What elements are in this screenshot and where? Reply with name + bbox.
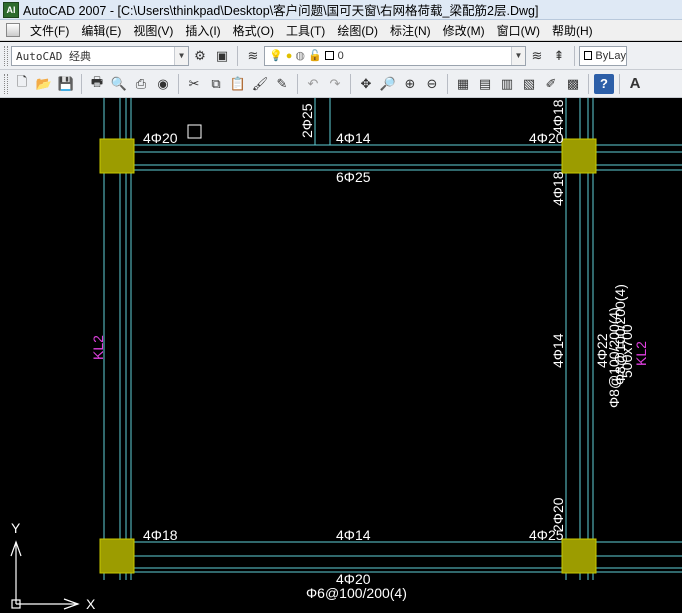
color-swatch — [584, 51, 593, 60]
layer-color-swatch — [324, 51, 334, 60]
match-properties-icon[interactable]: 🖌 — [250, 74, 270, 94]
ucs-y-label: Y — [11, 520, 21, 536]
window-title: AutoCAD 2007 - [C:\Users\thinkpad\Deskto… — [23, 4, 539, 18]
pan-icon[interactable]: ✥ — [356, 74, 376, 94]
toolbar-separator — [297, 73, 298, 94]
tool-palettes-icon[interactable]: ▥ — [497, 74, 517, 94]
label-right-col-top[interactable]: 4Φ18 — [550, 99, 566, 134]
menu-help[interactable]: 帮助(H) — [546, 21, 599, 40]
toolbar-grip[interactable] — [4, 73, 8, 94]
label-bottom-left[interactable]: 4Φ18 — [143, 527, 178, 543]
brush-icon[interactable]: ✎ — [272, 74, 292, 94]
color-control-select[interactable]: ByLay — [579, 45, 627, 66]
standard-toolbar: 🗋 📂 💾 🖶 🔍 ⎙ ◉ ✂ ⧉ 📋 🖌 ✎ ↶ ↷ ✥ 🔎 ⊕ ⊖ ▦ ▤ … — [0, 70, 682, 98]
sheet-set-icon[interactable]: ▧ — [519, 74, 539, 94]
menu-tools[interactable]: 工具(T) — [280, 21, 331, 40]
copy-icon[interactable]: ⧉ — [206, 74, 226, 94]
layer-previous-icon[interactable]: ⇞ — [549, 46, 569, 66]
workspace-value: AutoCAD 经典 — [16, 49, 91, 63]
lightbulb-icon[interactable]: 💡 — [269, 49, 283, 62]
freeze-viewport-icon[interactable]: ◍ — [295, 49, 305, 62]
label-top-mid[interactable]: 4Φ14 — [336, 130, 371, 146]
menu-insert[interactable]: 插入(I) — [179, 21, 226, 40]
ucs-x-label: X — [86, 596, 96, 612]
sun-icon[interactable]: ● — [286, 50, 293, 62]
column-top-left — [99, 138, 135, 174]
color-value: ByLay — [595, 49, 626, 62]
menu-view[interactable]: 视图(V) — [127, 21, 179, 40]
columns — [99, 138, 597, 574]
text-style-icon[interactable]: A — [625, 74, 645, 94]
save-icon[interactable]: 💾 — [56, 74, 76, 94]
cut-icon[interactable]: ✂ — [184, 74, 204, 94]
menu-modify[interactable]: 修改(M) — [437, 21, 491, 40]
column-bottom-left — [99, 538, 135, 574]
chevron-down-icon[interactable]: ▼ — [174, 46, 188, 65]
chevron-down-icon[interactable]: ▼ — [511, 46, 525, 65]
menu-edit[interactable]: 编辑(E) — [75, 21, 127, 40]
zoom-realtime-icon[interactable]: 🔎 — [378, 74, 398, 94]
layer-select[interactable]: 💡 ● ◍ 🔓 0 ▼ — [264, 45, 526, 66]
column-bottom-right — [561, 538, 597, 574]
menu-file[interactable]: 文件(F) — [24, 21, 75, 40]
lock-icon[interactable]: 🔓 — [308, 49, 322, 62]
3d-dwf-icon[interactable]: ◉ — [153, 74, 173, 94]
toolbar-separator — [350, 73, 351, 94]
layer-name: 0 — [337, 49, 344, 62]
menu-bar: 文件(F) 编辑(E) 视图(V) 插入(I) 格式(O) 工具(T) 绘图(D… — [0, 20, 682, 41]
label-bottom-mid[interactable]: 4Φ14 — [336, 527, 371, 543]
help-icon[interactable]: ? — [594, 73, 614, 94]
column-top-right — [561, 138, 597, 174]
workspace-layer-toolbar: AutoCAD 经典 ▼ ⚙ ▣ ≋ 💡 ● ◍ 🔓 0 ▼ ≋ ⇞ ByLay — [0, 42, 682, 70]
properties-icon[interactable]: ▦ — [453, 74, 473, 94]
title-bar: AI AutoCAD 2007 - [C:\Users\thinkpad\Des… — [0, 0, 682, 20]
label-top-left[interactable]: 4Φ20 — [143, 130, 178, 146]
publish-icon[interactable]: ⎙ — [131, 74, 151, 94]
document-icon[interactable] — [6, 23, 20, 37]
toolbar-separator — [237, 45, 238, 66]
toolbar-separator — [447, 73, 448, 94]
preview-icon[interactable]: 🔍 — [109, 74, 129, 94]
paste-icon[interactable]: 📋 — [228, 74, 248, 94]
label-right-14[interactable]: 4Φ14 — [550, 333, 566, 368]
plot-icon[interactable]: 🖶 — [87, 74, 107, 94]
new-icon[interactable]: 🗋 — [12, 74, 32, 94]
menu-dimension[interactable]: 标注(N) — [384, 21, 437, 40]
label-top-vertical[interactable]: 2Φ25 — [299, 103, 315, 138]
zoom-window-icon[interactable]: ⊕ — [400, 74, 420, 94]
design-center-icon[interactable]: ▤ — [475, 74, 495, 94]
workspace-select[interactable]: AutoCAD 经典 ▼ — [11, 45, 189, 66]
label-beam-bottom-top[interactable]: 6Φ25 — [336, 169, 371, 185]
drawing-canvas[interactable]: 4Φ20 4Φ14 4Φ20 6Φ25 4Φ18 4Φ14 4Φ25 4Φ20 … — [0, 98, 682, 613]
toolbar-separator — [619, 73, 620, 94]
autocad-app-icon[interactable]: AI — [3, 1, 19, 18]
workspace-settings-icon[interactable]: ⚙ — [190, 46, 210, 66]
layer-manager-icon[interactable]: ≋ — [243, 46, 263, 66]
toolbar-separator — [574, 45, 575, 66]
label-right-beam-name[interactable]: KL2 — [633, 341, 649, 366]
selection-marker[interactable] — [187, 124, 202, 139]
label-right-col-mid-top[interactable]: 4Φ18 — [550, 171, 566, 206]
menu-window[interactable]: 窗口(W) — [491, 21, 546, 40]
model-space[interactable]: 4Φ20 4Φ14 4Φ20 6Φ25 4Φ18 4Φ14 4Φ25 4Φ20 … — [0, 98, 682, 613]
label-left-beam-name[interactable]: KL2 — [90, 335, 106, 360]
make-layer-current-icon[interactable]: ≋ — [527, 46, 547, 66]
menu-format[interactable]: 格式(O) — [227, 21, 280, 40]
markup-icon[interactable]: ✐ — [541, 74, 561, 94]
calculator-icon[interactable]: ▩ — [563, 74, 583, 94]
zoom-previous-icon[interactable]: ⊖ — [422, 74, 442, 94]
ucs-icon — [10, 540, 80, 610]
toolbar-separator — [81, 73, 82, 94]
redo-icon[interactable]: ↷ — [325, 74, 345, 94]
toolbar-separator — [588, 73, 589, 94]
toolbar-separator — [178, 73, 179, 94]
toolbar-grip[interactable] — [4, 45, 8, 66]
menu-draw[interactable]: 绘图(D) — [331, 21, 384, 40]
label-bottom-stirrup[interactable]: Φ6@100/200(4) — [306, 585, 407, 601]
undo-icon[interactable]: ↶ — [303, 74, 323, 94]
label-bottom-vertical[interactable]: 2Φ20 — [550, 497, 566, 532]
open-icon[interactable]: 📂 — [34, 74, 54, 94]
my-workspace-icon[interactable]: ▣ — [212, 46, 232, 66]
